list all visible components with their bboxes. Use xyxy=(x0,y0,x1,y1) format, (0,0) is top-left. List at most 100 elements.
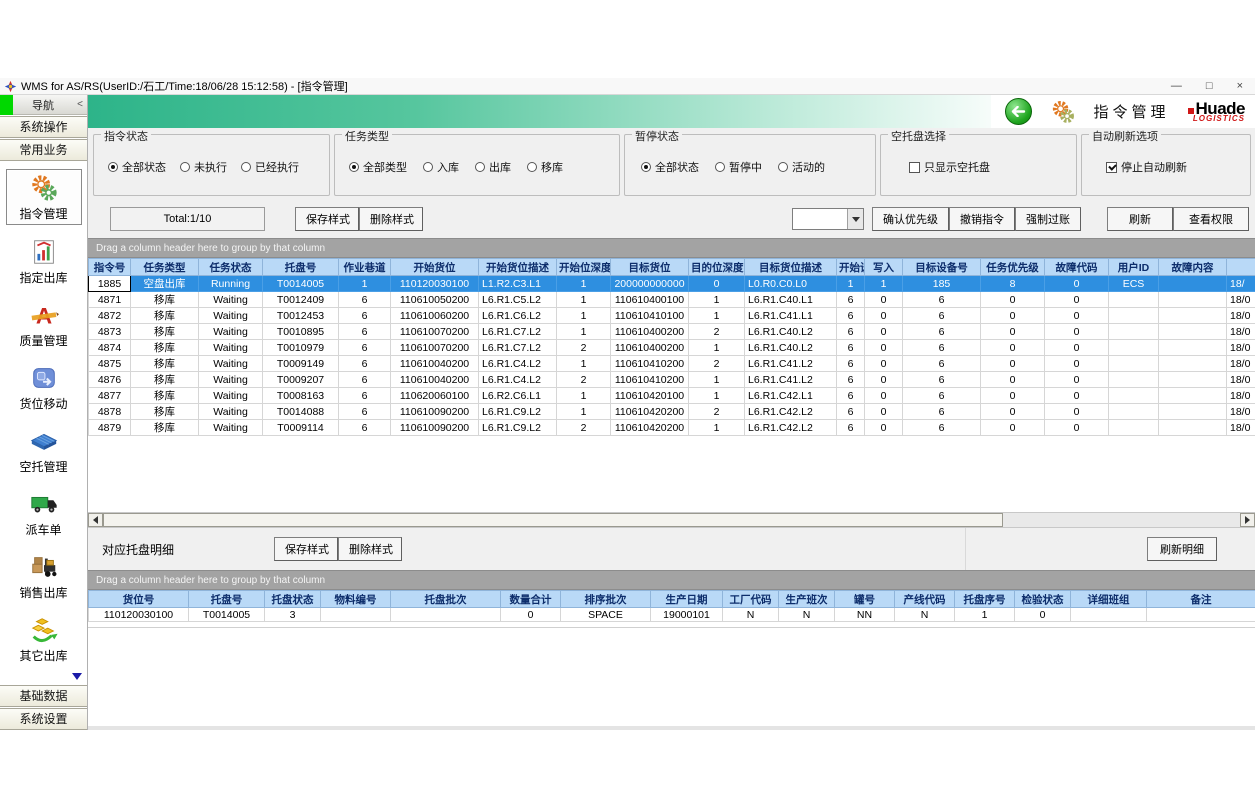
collapse-sidebar-button[interactable]: < xyxy=(73,99,87,110)
cell[interactable]: ECS xyxy=(1109,276,1159,292)
column-header[interactable]: 生产日期 xyxy=(651,591,723,608)
refresh-detail-button[interactable]: 刷新明细 xyxy=(1147,537,1217,561)
cell[interactable]: Waiting xyxy=(199,404,263,420)
table-row[interactable]: 4873移库WaitingT00108956110610070200L6.R1.… xyxy=(89,324,1255,340)
cell[interactable]: 0 xyxy=(981,356,1045,372)
sidebar-group-system-settings[interactable]: 系统设置 xyxy=(0,708,87,730)
cell[interactable]: L6.R1.C41.L2 xyxy=(745,372,837,388)
cell[interactable]: 110610050200 xyxy=(391,292,479,308)
cell[interactable]: 移库 xyxy=(131,404,199,420)
cell[interactable]: 0 xyxy=(981,324,1045,340)
cell[interactable] xyxy=(1159,276,1227,292)
cell[interactable]: L6.R1.C7.L2 xyxy=(479,324,557,340)
cell[interactable]: 6 xyxy=(339,292,391,308)
radio-not-executed[interactable]: 未执行 xyxy=(180,159,227,175)
cell[interactable]: 110610400100 xyxy=(611,292,689,308)
back-button[interactable] xyxy=(1005,98,1032,125)
cell[interactable]: 1 xyxy=(557,308,611,324)
cell[interactable]: 0 xyxy=(865,404,903,420)
priority-dropdown[interactable] xyxy=(792,208,864,230)
cell[interactable]: 0 xyxy=(865,372,903,388)
cell[interactable] xyxy=(1109,420,1159,436)
cell[interactable] xyxy=(1109,356,1159,372)
cell[interactable]: 19000101 xyxy=(651,608,723,622)
cell[interactable]: 6 xyxy=(339,324,391,340)
cell[interactable] xyxy=(1109,292,1159,308)
cell[interactable]: 1 xyxy=(689,388,745,404)
force-post-button[interactable]: 强制过账 xyxy=(1015,207,1081,231)
column-header[interactable]: 托盘序号 xyxy=(955,591,1015,608)
cell[interactable]: 移库 xyxy=(131,340,199,356)
cell[interactable]: 2 xyxy=(689,356,745,372)
sidebar-item-quality-management[interactable]: A 质量管理 xyxy=(6,297,82,351)
cell[interactable]: 6 xyxy=(339,308,391,324)
cell[interactable]: 1 xyxy=(837,276,865,292)
column-header[interactable]: 托盘号 xyxy=(189,591,265,608)
cell[interactable] xyxy=(1159,292,1227,308)
cell[interactable]: 移库 xyxy=(131,420,199,436)
cell[interactable]: 110610410200 xyxy=(611,356,689,372)
cell[interactable] xyxy=(1109,404,1159,420)
cell[interactable]: 6 xyxy=(903,308,981,324)
cell[interactable] xyxy=(1109,388,1159,404)
column-header[interactable]: 故障内容 xyxy=(1159,259,1227,276)
view-permission-button[interactable]: 查看权限 xyxy=(1173,207,1249,231)
cell[interactable]: 110610070200 xyxy=(391,324,479,340)
column-header[interactable] xyxy=(1227,259,1255,276)
cell[interactable]: 110120030100 xyxy=(391,276,479,292)
cell[interactable]: T0009149 xyxy=(263,356,339,372)
radio-all-types[interactable]: 全部类型 xyxy=(349,159,407,175)
cell[interactable]: 0 xyxy=(1045,308,1109,324)
sidebar-group-system-operations[interactable]: 系统操作 xyxy=(0,116,87,138)
cell[interactable]: 0 xyxy=(1045,324,1109,340)
cell[interactable]: L6.R1.C9.L2 xyxy=(479,404,557,420)
cell[interactable]: 8 xyxy=(981,276,1045,292)
cell[interactable]: 移库 xyxy=(131,308,199,324)
table-row[interactable]: 4872移库WaitingT00124536110610060200L6.R1.… xyxy=(89,308,1255,324)
sidebar-item-instruction-management[interactable]: 指令管理 xyxy=(6,169,82,225)
cell[interactable]: T0014088 xyxy=(263,404,339,420)
group-by-bar[interactable]: Drag a column header here to group by th… xyxy=(88,238,1255,258)
cell[interactable]: 18/0 xyxy=(1227,404,1255,420)
cell[interactable]: 6 xyxy=(903,420,981,436)
cell[interactable]: 2 xyxy=(689,324,745,340)
cell[interactable]: 6 xyxy=(903,356,981,372)
cell[interactable]: T0012409 xyxy=(263,292,339,308)
cell[interactable]: 6 xyxy=(903,292,981,308)
table-row[interactable]: 110120030100T001400530SPACE19000101NNNNN… xyxy=(89,608,1255,622)
cell[interactable]: T0010895 xyxy=(263,324,339,340)
cell[interactable]: 0 xyxy=(865,388,903,404)
cell[interactable]: 0 xyxy=(1045,276,1109,292)
cell[interactable]: 18/0 xyxy=(1227,292,1255,308)
cell[interactable]: 1 xyxy=(557,356,611,372)
cell[interactable]: 0 xyxy=(981,308,1045,324)
cell[interactable] xyxy=(1159,420,1227,436)
sidebar-item-location-move[interactable]: 货位移动 xyxy=(6,360,82,414)
cell[interactable]: 18/0 xyxy=(1227,420,1255,436)
close-button[interactable]: × xyxy=(1237,80,1243,93)
column-header[interactable]: 开始设备 xyxy=(837,259,865,276)
cell[interactable]: 1 xyxy=(689,308,745,324)
cell[interactable]: 110610420100 xyxy=(611,388,689,404)
cell[interactable]: 移库 xyxy=(131,372,199,388)
cell[interactable]: 0 xyxy=(981,340,1045,356)
cell[interactable]: 6 xyxy=(339,372,391,388)
column-header[interactable]: 写入 xyxy=(865,259,903,276)
cell[interactable]: 6 xyxy=(837,324,865,340)
cell[interactable]: 1 xyxy=(339,276,391,292)
table-row[interactable]: 4877移库WaitingT00081636110620060100L6.R2.… xyxy=(89,388,1255,404)
cell[interactable]: Waiting xyxy=(199,340,263,356)
cell[interactable]: 18/0 xyxy=(1227,372,1255,388)
cell[interactable]: 1 xyxy=(557,276,611,292)
cell[interactable]: 110610420200 xyxy=(611,420,689,436)
cell[interactable]: 6 xyxy=(903,388,981,404)
cell[interactable] xyxy=(1159,324,1227,340)
cell[interactable]: 110120030100 xyxy=(89,608,189,622)
cell[interactable]: 6 xyxy=(837,372,865,388)
cell[interactable]: 4877 xyxy=(89,388,131,404)
sidebar-group-basic-data[interactable]: 基础数据 xyxy=(0,685,87,707)
cell[interactable]: L6.R1.C9.L2 xyxy=(479,420,557,436)
cell[interactable]: 110610040200 xyxy=(391,372,479,388)
cell[interactable]: L6.R1.C42.L2 xyxy=(745,404,837,420)
cell[interactable]: L6.R1.C40.L1 xyxy=(745,292,837,308)
